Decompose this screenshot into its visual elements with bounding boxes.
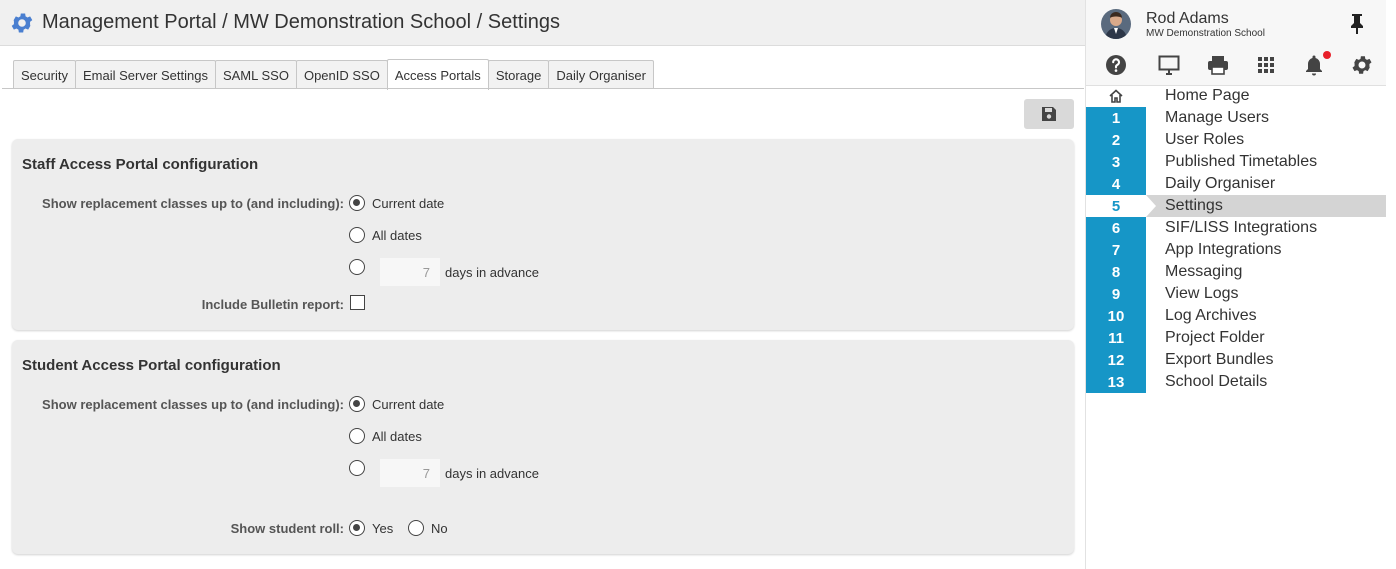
avatar[interactable] xyxy=(1101,9,1131,39)
bulletin-report-label: Include Bulletin report: xyxy=(201,297,344,312)
sidebar-item-manage-users[interactable]: 1 Manage Users xyxy=(1086,107,1386,129)
sidebar-item-label: Manage Users xyxy=(1165,109,1270,126)
sidebar-item-label: Settings xyxy=(1165,197,1223,214)
tab-access-portals[interactable]: Access Portals xyxy=(386,59,489,90)
home-icon xyxy=(1109,89,1123,103)
monitor-icon[interactable] xyxy=(1157,53,1181,77)
sidebar-item-sif-liss-integrations[interactable]: 6 SIF/LISS Integrations xyxy=(1086,217,1386,239)
student-roll-no-radio[interactable] xyxy=(408,520,424,536)
staff-access-portal-panel: Staff Access Portal configuration Show r… xyxy=(12,139,1074,330)
sidebar-item-settings[interactable]: 5 Settings xyxy=(1086,195,1386,217)
sidebar-item-number: 6 xyxy=(1086,217,1146,239)
sidebar-item-label: View Logs xyxy=(1165,285,1239,302)
replacement-classes-label: Show replacement classes up to (and incl… xyxy=(42,196,344,211)
current-date-radio[interactable] xyxy=(349,195,365,211)
floppy-disk-icon xyxy=(1042,107,1056,121)
user-school: MW Demonstration School xyxy=(1146,28,1265,39)
sidebar-item-number: 3 xyxy=(1086,151,1146,173)
sidebar-item-label: Daily Organiser xyxy=(1165,175,1276,192)
home-icon-cell xyxy=(1086,85,1146,107)
sidebar-item-label: Project Folder xyxy=(1165,329,1265,346)
days-in-advance-radio[interactable] xyxy=(349,460,365,476)
days-in-advance-input[interactable] xyxy=(380,258,440,286)
tab-daily-organiser[interactable]: Daily Organiser xyxy=(548,60,654,89)
sidebar-item-home-page[interactable]: Home Page xyxy=(1086,85,1386,107)
page-header: Management Portal / MW Demonstration Sch… xyxy=(0,0,1085,46)
student-roll-yes-label: Yes xyxy=(372,521,394,536)
save-button[interactable] xyxy=(1024,99,1074,129)
days-in-advance-input[interactable] xyxy=(380,459,440,487)
sidebar-item-daily-organiser[interactable]: 4 Daily Organiser xyxy=(1086,173,1386,195)
sidebar-item-number: 12 xyxy=(1086,349,1146,371)
all-dates-label: All dates xyxy=(372,228,422,243)
sidebar-item-user-roles[interactable]: 2 User Roles xyxy=(1086,129,1386,151)
pin-icon[interactable] xyxy=(1349,13,1365,35)
gear-icon xyxy=(11,12,33,33)
page-title: Management Portal / MW Demonstration Sch… xyxy=(42,11,561,33)
tab-openid-sso[interactable]: OpenID SSO xyxy=(295,60,388,89)
sidebar-item-number: 8 xyxy=(1086,261,1146,283)
sidebar-item-number: 7 xyxy=(1086,239,1146,261)
student-roll-label: Show student roll: xyxy=(230,521,344,536)
all-dates-label: All dates xyxy=(372,429,422,444)
sidebar-item-label: School Details xyxy=(1165,373,1268,390)
sidebar-item-label: Messaging xyxy=(1165,263,1243,280)
sidebar-item-number: 11 xyxy=(1086,327,1146,349)
gear-icon[interactable] xyxy=(1350,53,1374,77)
user-name: Rod Adams xyxy=(1146,10,1229,27)
all-dates-radio[interactable] xyxy=(349,227,365,243)
tab-security[interactable]: Security xyxy=(13,60,76,89)
sidebar-nav: Home Page 1 Manage Users 2 User Roles 3 … xyxy=(1086,85,1386,393)
right-sidebar: Rod Adams MW Demonstration School Home P… xyxy=(1085,0,1386,569)
sidebar-item-school-details[interactable]: 13 School Details xyxy=(1086,371,1386,393)
sidebar-item-label: Export Bundles xyxy=(1165,351,1274,368)
days-in-advance-radio[interactable] xyxy=(349,259,365,275)
student-roll-yes-radio[interactable] xyxy=(349,520,365,536)
sidebar-item-messaging[interactable]: 8 Messaging xyxy=(1086,261,1386,283)
user-area: Rod Adams MW Demonstration School xyxy=(1086,0,1386,86)
settings-tabs: Security Email Server Settings SAML SSO … xyxy=(13,59,654,90)
sidebar-item-label: App Integrations xyxy=(1165,241,1282,258)
sidebar-item-log-archives[interactable]: 10 Log Archives xyxy=(1086,305,1386,327)
sidebar-item-label: SIF/LISS Integrations xyxy=(1165,219,1318,236)
sidebar-item-view-logs[interactable]: 9 View Logs xyxy=(1086,283,1386,305)
current-date-label: Current date xyxy=(372,196,445,211)
days-in-advance-label: days in advance xyxy=(445,265,539,280)
bulletin-report-checkbox[interactable] xyxy=(350,295,365,310)
notification-dot xyxy=(1323,51,1331,59)
panel-title: Staff Access Portal configuration xyxy=(22,156,259,173)
sidebar-item-published-timetables[interactable]: 3 Published Timetables xyxy=(1086,151,1386,173)
sidebar-item-app-integrations[interactable]: 7 App Integrations xyxy=(1086,239,1386,261)
panel-title: Student Access Portal configuration xyxy=(22,357,281,374)
sidebar-item-number: 5 xyxy=(1086,195,1156,217)
replacement-classes-label: Show replacement classes up to (and incl… xyxy=(42,397,344,412)
sidebar-item-number: 2 xyxy=(1086,129,1146,151)
sidebar-item-number: 10 xyxy=(1086,305,1146,327)
sidebar-item-number: 4 xyxy=(1086,173,1146,195)
tab-saml-sso[interactable]: SAML SSO xyxy=(214,60,297,89)
sidebar-item-project-folder[interactable]: 11 Project Folder xyxy=(1086,327,1386,349)
student-roll-no-label: No xyxy=(431,521,448,536)
sidebar-item-number: 13 xyxy=(1086,371,1146,393)
sidebar-item-label: Log Archives xyxy=(1165,307,1257,324)
days-in-advance-label: days in advance xyxy=(445,466,539,481)
sidebar-item-label: Published Timetables xyxy=(1165,153,1318,170)
tabs-divider xyxy=(2,88,1084,89)
student-access-portal-panel: Student Access Portal configuration Show… xyxy=(12,340,1074,554)
sidebar-item-number: 1 xyxy=(1086,107,1146,129)
sidebar-item-label: User Roles xyxy=(1165,131,1245,148)
help-icon[interactable] xyxy=(1104,53,1128,77)
apps-grid-icon[interactable] xyxy=(1254,53,1278,77)
sidebar-item-label: Home Page xyxy=(1165,87,1250,104)
tab-email-server-settings[interactable]: Email Server Settings xyxy=(74,60,216,89)
all-dates-radio[interactable] xyxy=(349,428,365,444)
sidebar-item-export-bundles[interactable]: 12 Export Bundles xyxy=(1086,349,1386,371)
printer-icon[interactable] xyxy=(1206,53,1230,77)
current-date-radio[interactable] xyxy=(349,396,365,412)
sidebar-item-number: 9 xyxy=(1086,283,1146,305)
tab-storage[interactable]: Storage xyxy=(487,60,550,89)
current-date-label: Current date xyxy=(372,397,445,412)
